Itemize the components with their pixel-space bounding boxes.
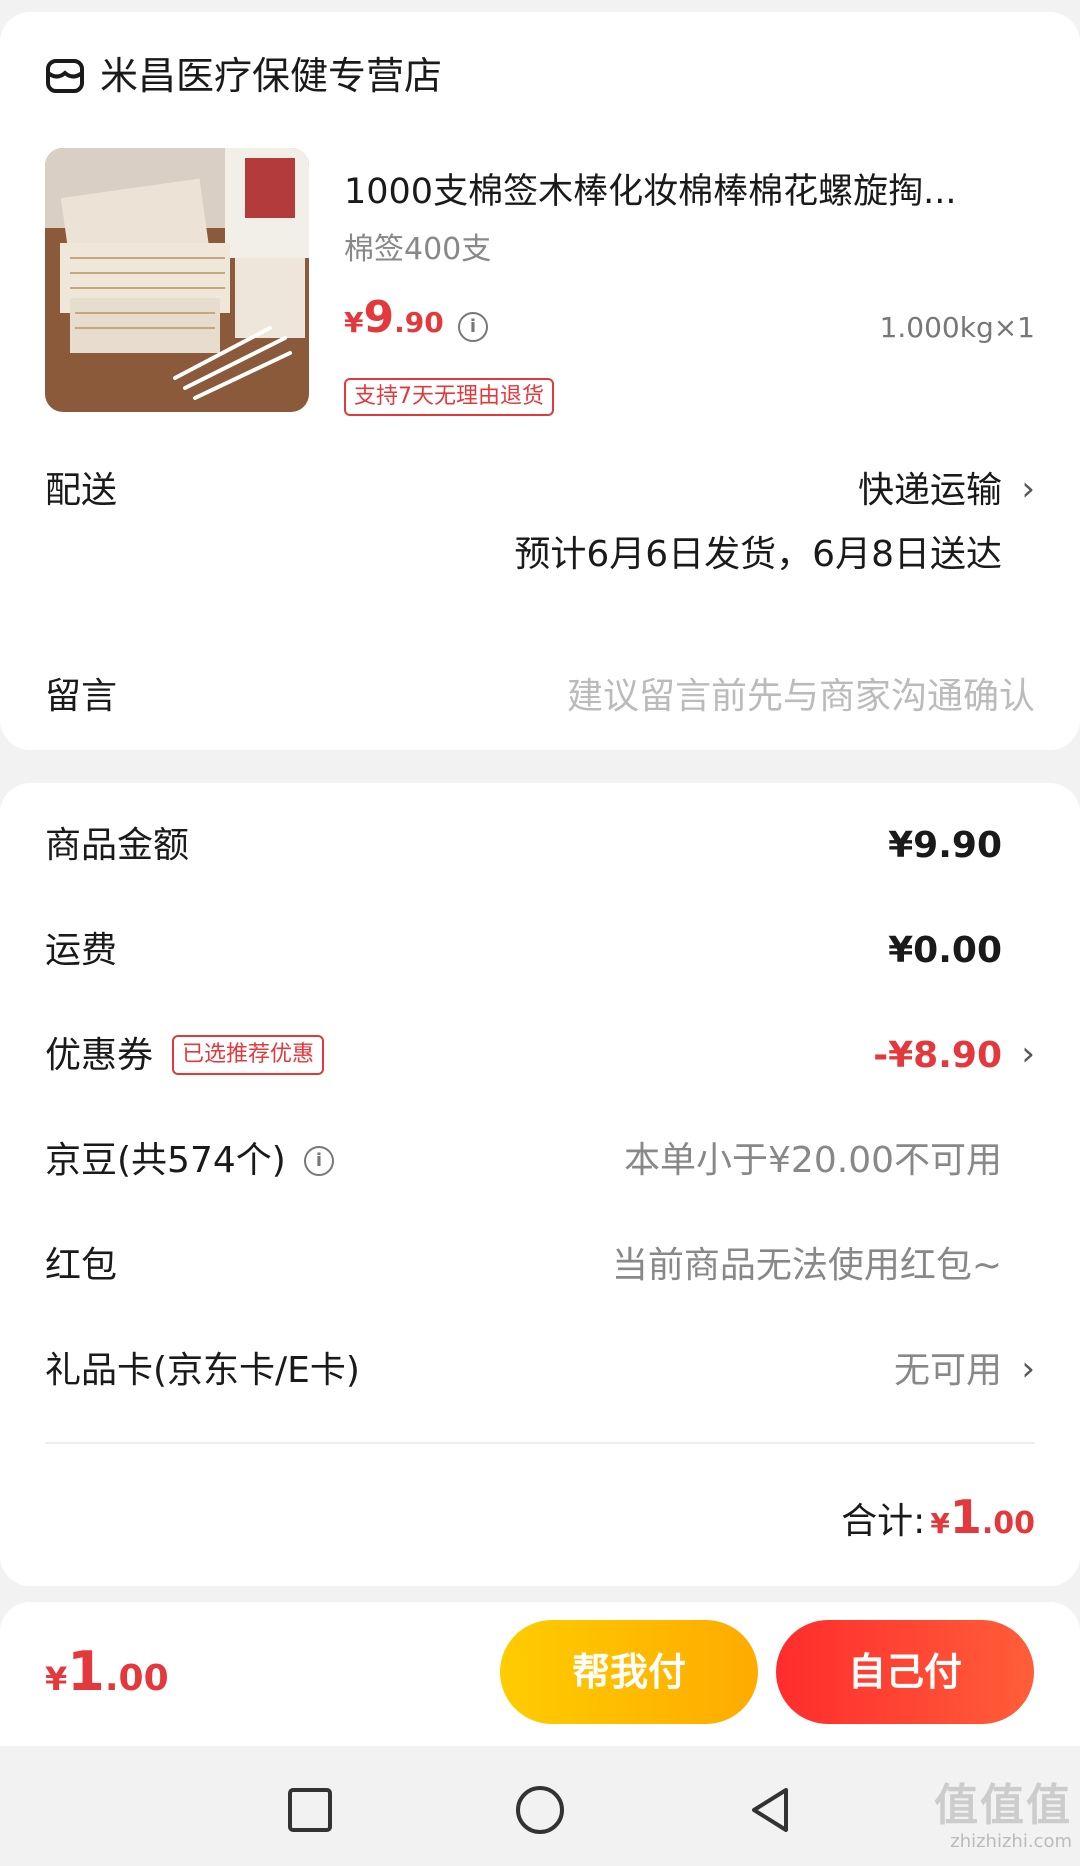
store-icon bbox=[46, 59, 84, 93]
watermark-logo: 值值值 bbox=[934, 1780, 1072, 1831]
shipping-value: ¥0.00 bbox=[888, 930, 1002, 971]
jd-beans-label: 京豆(共574个) bbox=[45, 1140, 286, 1181]
gift-card-label: 礼品卡(京东卡/E卡) bbox=[45, 1350, 360, 1391]
product-image[interactable] bbox=[45, 148, 309, 412]
back-icon[interactable] bbox=[740, 1780, 800, 1840]
chevron-right-icon[interactable]: › bbox=[1021, 1344, 1035, 1394]
total-dec: .00 bbox=[981, 1506, 1035, 1541]
product-weight: 1.000kg×1 bbox=[879, 311, 1035, 344]
product-title[interactable]: 1000支棉签木棒化妆棉棒棉花螺旋掏... bbox=[344, 168, 1004, 216]
watermark: 值值值 zhizhizhi.com bbox=[934, 1780, 1072, 1852]
chevron-right-icon[interactable]: › bbox=[1021, 1029, 1035, 1079]
message-input[interactable] bbox=[475, 672, 1035, 722]
shipping-row: 运费 ¥0.00 bbox=[0, 926, 1080, 986]
shipping-label: 运费 bbox=[45, 930, 118, 971]
pay-symbol: ¥ bbox=[45, 1660, 68, 1698]
price-info-icon[interactable]: i bbox=[458, 312, 488, 342]
red-packet-label: 红包 bbox=[45, 1245, 118, 1286]
coupon-value[interactable]: -¥8.90 bbox=[873, 1031, 1002, 1081]
payable-amount: ¥1.00 bbox=[45, 1640, 169, 1703]
product-price-dec: .90 bbox=[394, 306, 444, 339]
gift-card-value[interactable]: 无可用 bbox=[894, 1346, 1002, 1396]
help-pay-button[interactable]: 帮我付 bbox=[500, 1620, 758, 1724]
store-name[interactable]: 米昌医疗保健专营店 bbox=[100, 50, 442, 102]
product-spec: 棉签400支 bbox=[344, 232, 492, 267]
coupon-label: 优惠券 bbox=[45, 1035, 154, 1076]
red-packet-value: 当前商品无法使用红包~ bbox=[611, 1245, 1002, 1286]
coupon-row[interactable]: 优惠券 已选推荐优惠 -¥8.90 › bbox=[0, 1031, 1080, 1091]
order-total: 合计: ¥1.00 bbox=[841, 1490, 1035, 1544]
pay-dec: .00 bbox=[104, 1658, 169, 1699]
self-pay-button[interactable]: 自己付 bbox=[776, 1620, 1034, 1724]
watermark-url: zhizhizhi.com bbox=[950, 1831, 1072, 1852]
divider bbox=[45, 1442, 1035, 1444]
jd-beans-value: 本单小于¥20.00不可用 bbox=[624, 1140, 1002, 1181]
message-label: 留言 bbox=[45, 676, 118, 717]
jd-beans-row: 京豆(共574个) i 本单小于¥20.00不可用 bbox=[0, 1136, 1080, 1196]
delivery-method[interactable]: 快递运输 bbox=[858, 466, 1002, 516]
product-price-symbol: ¥ bbox=[344, 306, 364, 339]
return-policy-tag: 支持7天无理由退货 bbox=[344, 378, 554, 416]
chevron-right-icon[interactable]: › bbox=[1021, 464, 1035, 514]
product-price: ¥9.90 bbox=[344, 292, 444, 343]
recent-apps-icon[interactable] bbox=[280, 1780, 340, 1840]
pay-int: 1 bbox=[67, 1640, 105, 1703]
total-symbol: ¥ bbox=[930, 1507, 950, 1540]
jd-beans-info-icon[interactable]: i bbox=[304, 1146, 334, 1176]
total-label: 合计: bbox=[841, 1501, 926, 1542]
red-packet-row: 红包 当前商品无法使用红包~ bbox=[0, 1241, 1080, 1301]
delivery-label: 配送 bbox=[45, 470, 118, 511]
total-int: 1 bbox=[949, 1490, 982, 1544]
goods-amount-value: ¥9.90 bbox=[888, 825, 1002, 866]
delivery-estimate: 预计6月6日发货，6月8日送达 bbox=[514, 534, 1002, 575]
goods-amount-row: 商品金额 ¥9.90 bbox=[0, 821, 1080, 881]
goods-amount-label: 商品金额 bbox=[45, 825, 190, 866]
coupon-tag: 已选推荐优惠 bbox=[172, 1035, 325, 1075]
home-icon[interactable] bbox=[510, 1780, 570, 1840]
product-price-int: 9 bbox=[363, 292, 395, 343]
gift-card-row[interactable]: 礼品卡(京东卡/E卡) 无可用 › bbox=[0, 1346, 1080, 1406]
